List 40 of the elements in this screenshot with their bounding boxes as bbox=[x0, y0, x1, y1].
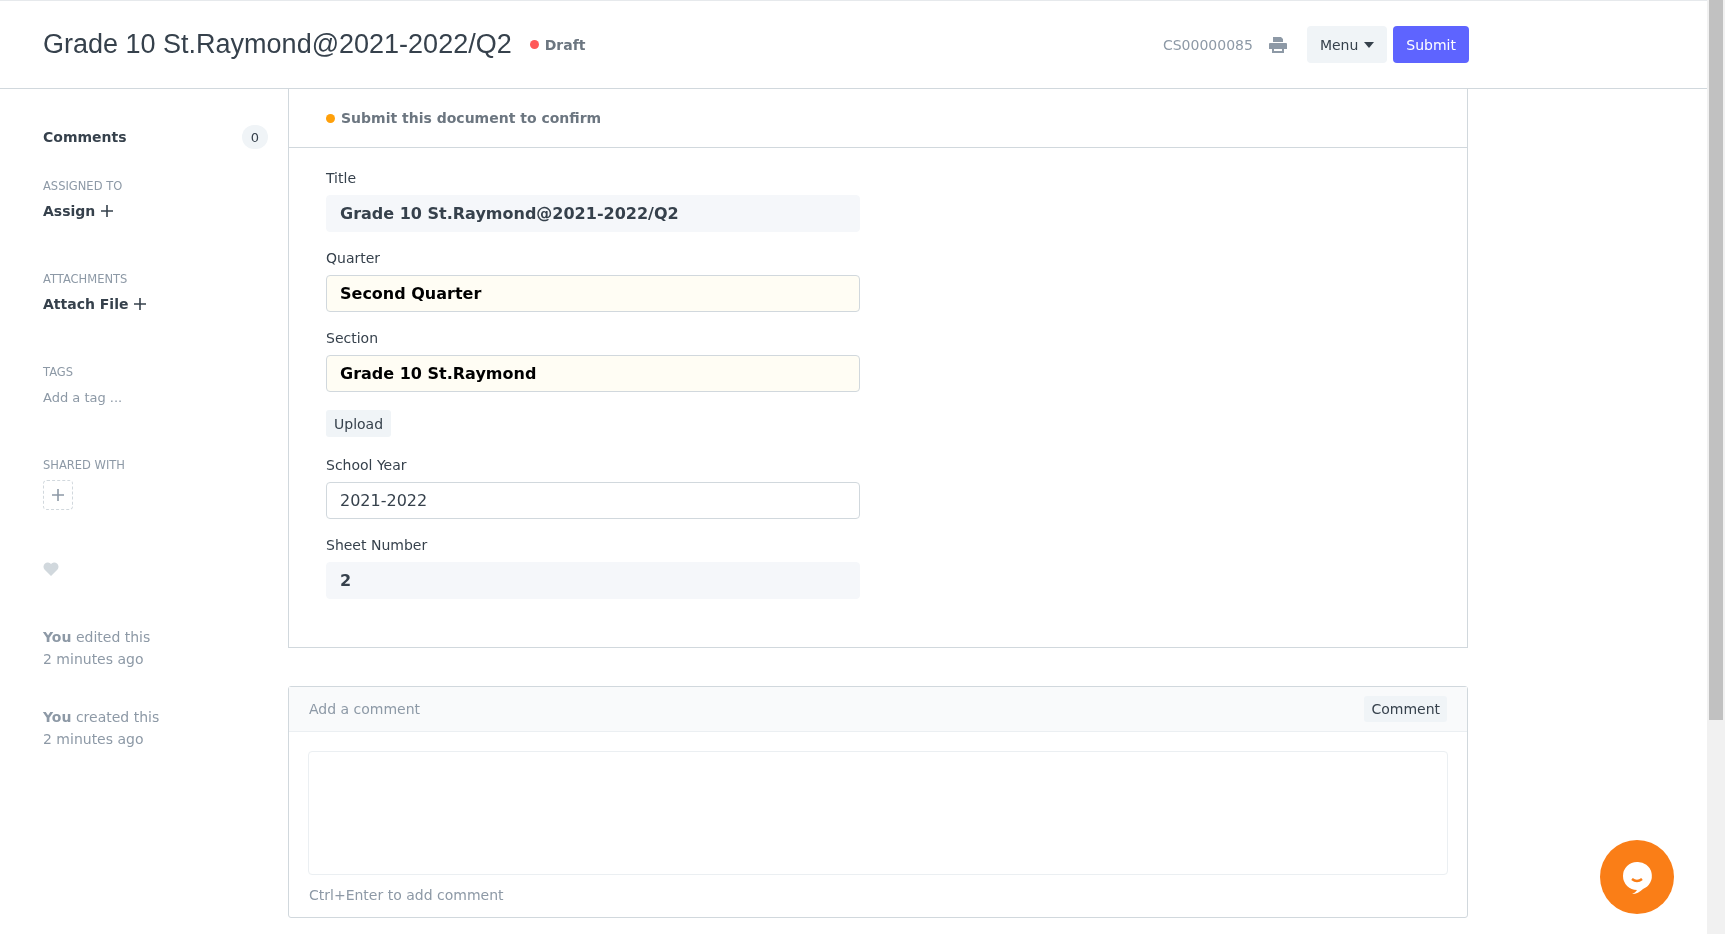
alert-message: Submit this document to confirm bbox=[341, 110, 602, 126]
menu-button[interactable]: Menu bbox=[1306, 26, 1388, 63]
activity-time: 2 minutes ago bbox=[43, 730, 145, 749]
plus-icon bbox=[101, 205, 114, 217]
input-field[interactable]: Grade 10 St.Raymond bbox=[326, 355, 860, 392]
heart-icon[interactable] bbox=[43, 562, 59, 576]
section-heading: ATTACHMENTS bbox=[43, 272, 129, 286]
comment-input[interactable]: Add a comment Comment bbox=[289, 687, 1467, 732]
field-label: Sheet Number bbox=[326, 537, 429, 553]
caret-icon bbox=[1364, 41, 1375, 48]
input-field[interactable]: 2021-2022 bbox=[326, 482, 860, 519]
activity-text: You edited this bbox=[43, 628, 152, 647]
page-title: Grade 10 St.Raymond@2021-2022/Q2 bbox=[43, 29, 512, 60]
field-label: Quarter bbox=[326, 250, 382, 266]
attach-file-link[interactable]: Attach File bbox=[43, 296, 147, 312]
document-id: CS00000085 bbox=[1162, 36, 1253, 53]
section-heading: TAGS bbox=[43, 365, 74, 379]
submit-button[interactable]: Submit bbox=[1393, 26, 1469, 63]
field-label: Title bbox=[326, 170, 357, 186]
input-field: Grade 10 St.Raymond@2021-2022/Q2 bbox=[326, 195, 860, 232]
assign-link[interactable]: Assign bbox=[43, 203, 114, 219]
activity-text: You created this bbox=[43, 708, 161, 727]
status-indicator: Draft bbox=[529, 36, 586, 53]
field-label: School Year bbox=[326, 457, 408, 473]
upload-button[interactable]: Upload bbox=[326, 410, 392, 437]
scrollbar[interactable] bbox=[1707, 0, 1725, 934]
field-label: Section bbox=[326, 330, 379, 346]
activity-time: 2 minutes ago bbox=[43, 650, 145, 669]
comment-hint: Ctrl+Enter to add comment bbox=[309, 887, 505, 903]
input-field: 2 bbox=[326, 562, 860, 599]
plus-icon bbox=[134, 298, 147, 310]
print-icon[interactable] bbox=[1268, 36, 1287, 53]
section-heading: SHARED WITH bbox=[43, 458, 127, 472]
add-share-button[interactable] bbox=[43, 480, 73, 510]
section-heading: ASSIGNED TO bbox=[43, 179, 124, 193]
plus-icon bbox=[52, 489, 64, 501]
comments-label: Comments bbox=[43, 129, 127, 145]
comments-count: 0 bbox=[242, 125, 268, 149]
input-field[interactable]: Second Quarter bbox=[326, 275, 860, 312]
comment-button[interactable]: Comment bbox=[1364, 696, 1447, 722]
